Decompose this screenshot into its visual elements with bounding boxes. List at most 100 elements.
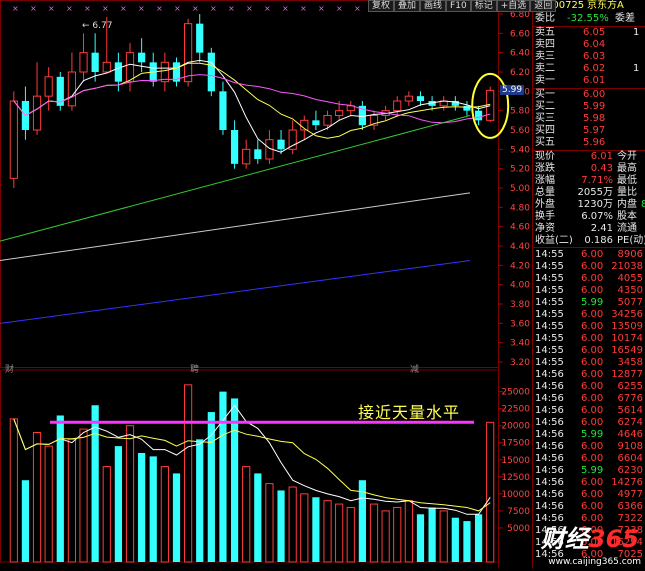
- tick-volume: 14276: [611, 477, 643, 488]
- tick-price: 6.00: [581, 441, 604, 452]
- volume-bar: [149, 456, 157, 562]
- date-marker-x: ×: [264, 4, 271, 13]
- tick-row: 14:56 6.00 5614: [533, 405, 645, 417]
- tick-price: 6.00: [581, 357, 604, 368]
- toolbar-button-f10[interactable]: F10: [446, 0, 471, 12]
- tick-price: 6.00: [581, 381, 604, 392]
- tick-price: 6.00: [581, 345, 604, 356]
- stat-value: 2.41: [590, 223, 613, 234]
- volume-bar: [451, 517, 459, 562]
- high-price-mark: ← 6.77: [82, 21, 112, 31]
- tick-time: 14:56: [535, 489, 564, 500]
- stat-label: 总量: [535, 187, 555, 198]
- tick-row: 14:56 6.00 6604: [533, 453, 645, 465]
- stat-label-2: 内盘: [617, 199, 637, 210]
- stat-label-2: PE(动): [617, 235, 645, 246]
- tick-volume: 13509: [611, 321, 643, 332]
- tick-time: 14:55: [535, 273, 564, 284]
- candle-body: [335, 110, 344, 116]
- candle-body: [404, 95, 413, 102]
- price-axis-label: 5.40: [510, 145, 530, 155]
- ask-label: 卖三: [535, 51, 555, 62]
- ask-label: 卖二: [535, 63, 555, 74]
- date-marker-x: ×: [120, 4, 127, 13]
- date-marker-x: ×: [318, 4, 325, 13]
- ma250-line: [0, 260, 471, 324]
- tick-row: 14:55 6.00 8906: [533, 249, 645, 261]
- candle-body: [91, 52, 99, 72]
- candle-body: [114, 62, 122, 82]
- tick-time: 14:55: [535, 261, 564, 272]
- candle-body: [393, 100, 402, 112]
- tick-volume: 6776: [617, 393, 643, 404]
- toolbar-button-restore-rights[interactable]: 复权: [368, 0, 395, 12]
- volume-bar: [183, 384, 193, 563]
- tick-volume: 6255: [617, 381, 643, 392]
- tick-price: 6.00: [581, 477, 604, 488]
- toolbar-button-add-favorite[interactable]: +自选: [496, 0, 531, 12]
- kline-chart[interactable]: ××××××××××××××××××××××××××← 6.776.806.60…: [0, 0, 532, 568]
- candle-body: [9, 100, 18, 179]
- candle-body: [230, 130, 239, 164]
- volume-axis-label: 15000: [501, 456, 530, 466]
- tick-row: 14:55 6.00 4055: [533, 273, 645, 285]
- tick-price: 6.00: [581, 249, 604, 260]
- stat-row: 涨幅 7.71% 最低: [533, 175, 645, 187]
- stat-value-2: 8: [641, 199, 645, 210]
- ask-row: 卖三 6.03: [533, 51, 645, 63]
- tick-row: 14:56 6.00 4977: [533, 489, 645, 501]
- toolbar-button-draw[interactable]: 画线: [420, 0, 447, 12]
- tick-row: 14:56 6.00 12877: [533, 369, 645, 381]
- candle-body: [219, 91, 227, 130]
- tick-price: 6.00: [581, 393, 604, 404]
- toolbar-button-back[interactable]: 返回: [530, 0, 557, 12]
- bid-row: 买二 5.99: [533, 101, 645, 113]
- date-marker-x: ×: [30, 4, 37, 13]
- price-axis-label: 3.40: [510, 339, 530, 349]
- volume-bar: [439, 510, 448, 563]
- tick-row: 14:56 5.99 4646: [533, 429, 645, 441]
- volume-bar: [254, 473, 262, 562]
- volume-bar: [172, 473, 181, 562]
- ask-volume: 1: [633, 27, 640, 38]
- price-axis-label: 5.80: [510, 107, 530, 117]
- tick-time: 14:55: [535, 249, 564, 260]
- tick-volume: 12877: [611, 369, 643, 380]
- volume-axis-label: 7500: [507, 507, 530, 517]
- price-pane-frame: [0, 0, 499, 368]
- tick-time: 14:55: [535, 309, 564, 320]
- price-axis-label: 6.20: [510, 68, 530, 78]
- stat-label: 涨幅: [535, 175, 555, 186]
- tick-volume: 4055: [617, 273, 643, 284]
- bid-price: 5.98: [583, 113, 606, 124]
- kline-chart-area[interactable]: ××××××××××××××××××××××××××← 6.776.806.60…: [0, 0, 532, 568]
- stat-label: 换手: [535, 211, 555, 222]
- tick-row: 14:56 5.99 6230: [533, 465, 645, 477]
- tick-time: 14:56: [535, 501, 564, 512]
- bid-row: 买一 6.00: [533, 89, 645, 101]
- tick-row: 14:55 6.00 3458: [533, 357, 645, 369]
- volume-bar: [393, 506, 402, 563]
- volume-bar: [114, 446, 122, 562]
- stat-label-2: 流通: [617, 223, 637, 234]
- bid-price: 5.97: [583, 125, 606, 136]
- bid-label: 买二: [535, 101, 555, 112]
- tick-row: 14:55 6.00 16549: [533, 345, 645, 357]
- toolbar-button-mark[interactable]: 标记: [470, 0, 497, 12]
- tick-row: 14:55 5.99 5077: [533, 297, 645, 309]
- ask-price: 6.05: [583, 27, 606, 38]
- tick-price: 6.00: [581, 285, 604, 296]
- price-axis-label: 3.60: [510, 319, 530, 329]
- event-label: 聘: [190, 363, 199, 375]
- candle-body: [207, 52, 215, 92]
- toolbar-button-overlay[interactable]: 叠加: [394, 0, 421, 12]
- stat-label: 收益(二): [535, 235, 573, 246]
- candle-body: [102, 61, 111, 73]
- tick-row: 14:55 6.00 21038: [533, 261, 645, 273]
- tick-time: 14:56: [535, 417, 564, 428]
- date-marker-x: ×: [336, 4, 343, 13]
- date-marker-x: ×: [228, 4, 235, 13]
- tick-row: 14:55 6.00 4350: [533, 285, 645, 297]
- stat-row: 现价 6.01 今开: [533, 151, 645, 163]
- tick-time: 14:56: [535, 381, 564, 392]
